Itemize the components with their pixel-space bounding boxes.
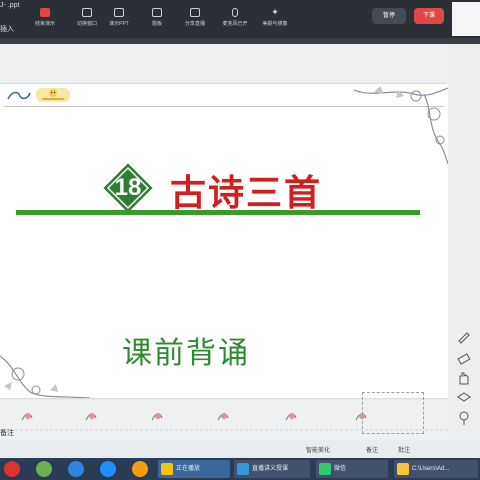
taskbar-item-label: 微信 — [334, 466, 347, 472]
taskbar-item-live-lesson[interactable]: 直播讲义授课 — [234, 460, 310, 478]
slide-subtitle: 课前背诵 — [122, 337, 250, 370]
present-ppt-button[interactable]: 演示PPT — [98, 8, 140, 34]
share-icon — [190, 8, 200, 17]
hand-tool-button[interactable] — [456, 370, 472, 386]
floral-decoration-top-right — [354, 86, 448, 164]
preview-thumbnail — [452, 2, 480, 36]
pin-tool-button[interactable] — [456, 410, 472, 426]
play-app-icon — [161, 463, 173, 475]
live-toolbar: J- .ppt 插入 结束演示 切换窗口 演示PPT 题板 分享直播 麦克风已开… — [0, 0, 480, 38]
media-icon[interactable] — [132, 461, 148, 477]
flower-icon — [85, 413, 97, 421]
board-label: 题板 — [151, 21, 162, 27]
record-icon — [40, 8, 50, 17]
eraser-tool-button[interactable] — [456, 350, 472, 366]
notes-toggle[interactable]: 备注 — [366, 445, 378, 454]
flower-icon — [151, 413, 163, 421]
end-class-button[interactable]: 下课 — [414, 8, 444, 24]
mascot-logo — [36, 88, 70, 102]
window-switch-icon — [82, 8, 92, 17]
taskbar-item-playing[interactable]: 正在播放 — [158, 460, 230, 478]
title-underline — [16, 210, 420, 215]
flower-icon — [21, 413, 33, 421]
beauty-mirror-button[interactable]: ✦ 美颜与镜像 — [254, 8, 296, 34]
browser-icon[interactable] — [36, 461, 52, 477]
smart-beautify-toggle[interactable]: 智能美化 — [306, 445, 330, 454]
board-icon — [152, 8, 162, 17]
screen: J- .ppt 插入 结束演示 切换窗口 演示PPT 题板 分享直播 麦克风已开… — [0, 0, 480, 480]
pause-button[interactable]: 暂停 — [372, 8, 406, 24]
end-presentation-label: 结束演示 — [34, 21, 55, 27]
layers-icon — [457, 392, 471, 402]
ppt-slide[interactable]: 18 古诗三首 课前背诵 — [0, 84, 448, 434]
switch-window-label: 切换窗口 — [76, 21, 97, 27]
live-app-icon — [237, 463, 249, 475]
pen-icon — [458, 332, 470, 344]
hand-icon — [459, 372, 469, 385]
pen-tool-button[interactable] — [456, 328, 472, 344]
app-k-icon[interactable] — [100, 461, 116, 477]
window-title: J- .ppt — [0, 2, 20, 9]
taskbar-item-label: 直播讲义授课 — [252, 466, 289, 472]
taskbar-item-wechat[interactable]: 微信 — [316, 460, 388, 478]
pin-icon — [459, 411, 469, 425]
insert-menu[interactable]: 插入 — [0, 24, 14, 34]
presentation-stage: 18 古诗三首 课前背诵 — [0, 44, 480, 440]
chrome-icon[interactable] — [4, 461, 20, 477]
floral-decoration-bottom-left — [0, 355, 90, 398]
eraser-icon — [457, 353, 471, 365]
wechat-icon — [319, 463, 331, 475]
share-live-button[interactable]: 分享直播 — [174, 8, 216, 34]
microphone-button[interactable]: 麦克风已开 — [214, 8, 256, 34]
selection-handle-box[interactable] — [362, 392, 424, 434]
sparkle-icon: ✦ — [271, 7, 279, 17]
end-presentation-button[interactable]: 结束演示 — [24, 8, 66, 34]
beauty-mirror-label: 美颜与镜像 — [262, 21, 288, 27]
flower-icon — [217, 413, 229, 421]
taskbar-item-folder[interactable]: C:\Users\Ad... — [394, 460, 478, 478]
taskbar-item-label: 正在播放 — [176, 466, 201, 472]
mascot-graphic — [42, 89, 64, 100]
right-tool-panel — [448, 44, 480, 440]
publisher-logo — [6, 90, 32, 104]
slide-title: 古诗三首 — [170, 172, 323, 213]
publisher-logo-graphic — [7, 91, 31, 100]
windows-taskbar: 正在播放 直播讲义授课 微信 C:\Users\Ad... — [0, 458, 480, 480]
microphone-label: 麦克风已开 — [222, 21, 248, 27]
comment-toggle[interactable]: 批注 — [398, 445, 410, 454]
taskbar-item-label: C:\Users\Ad... — [412, 466, 450, 472]
status-bar: 智能美化 备注 批注 — [280, 442, 480, 456]
sogou-icon[interactable] — [68, 461, 84, 477]
ppt-icon — [114, 8, 124, 17]
notes-label[interactable]: 备注 — [0, 428, 14, 438]
lesson-number: 18 — [114, 174, 142, 201]
flower-icon — [285, 413, 297, 421]
layers-tool-button[interactable] — [456, 390, 472, 406]
microphone-icon — [232, 8, 238, 17]
board-button[interactable]: 题板 — [136, 8, 178, 34]
present-ppt-label: 演示PPT — [109, 21, 129, 27]
folder-icon — [397, 463, 409, 475]
share-live-label: 分享直播 — [184, 21, 205, 27]
